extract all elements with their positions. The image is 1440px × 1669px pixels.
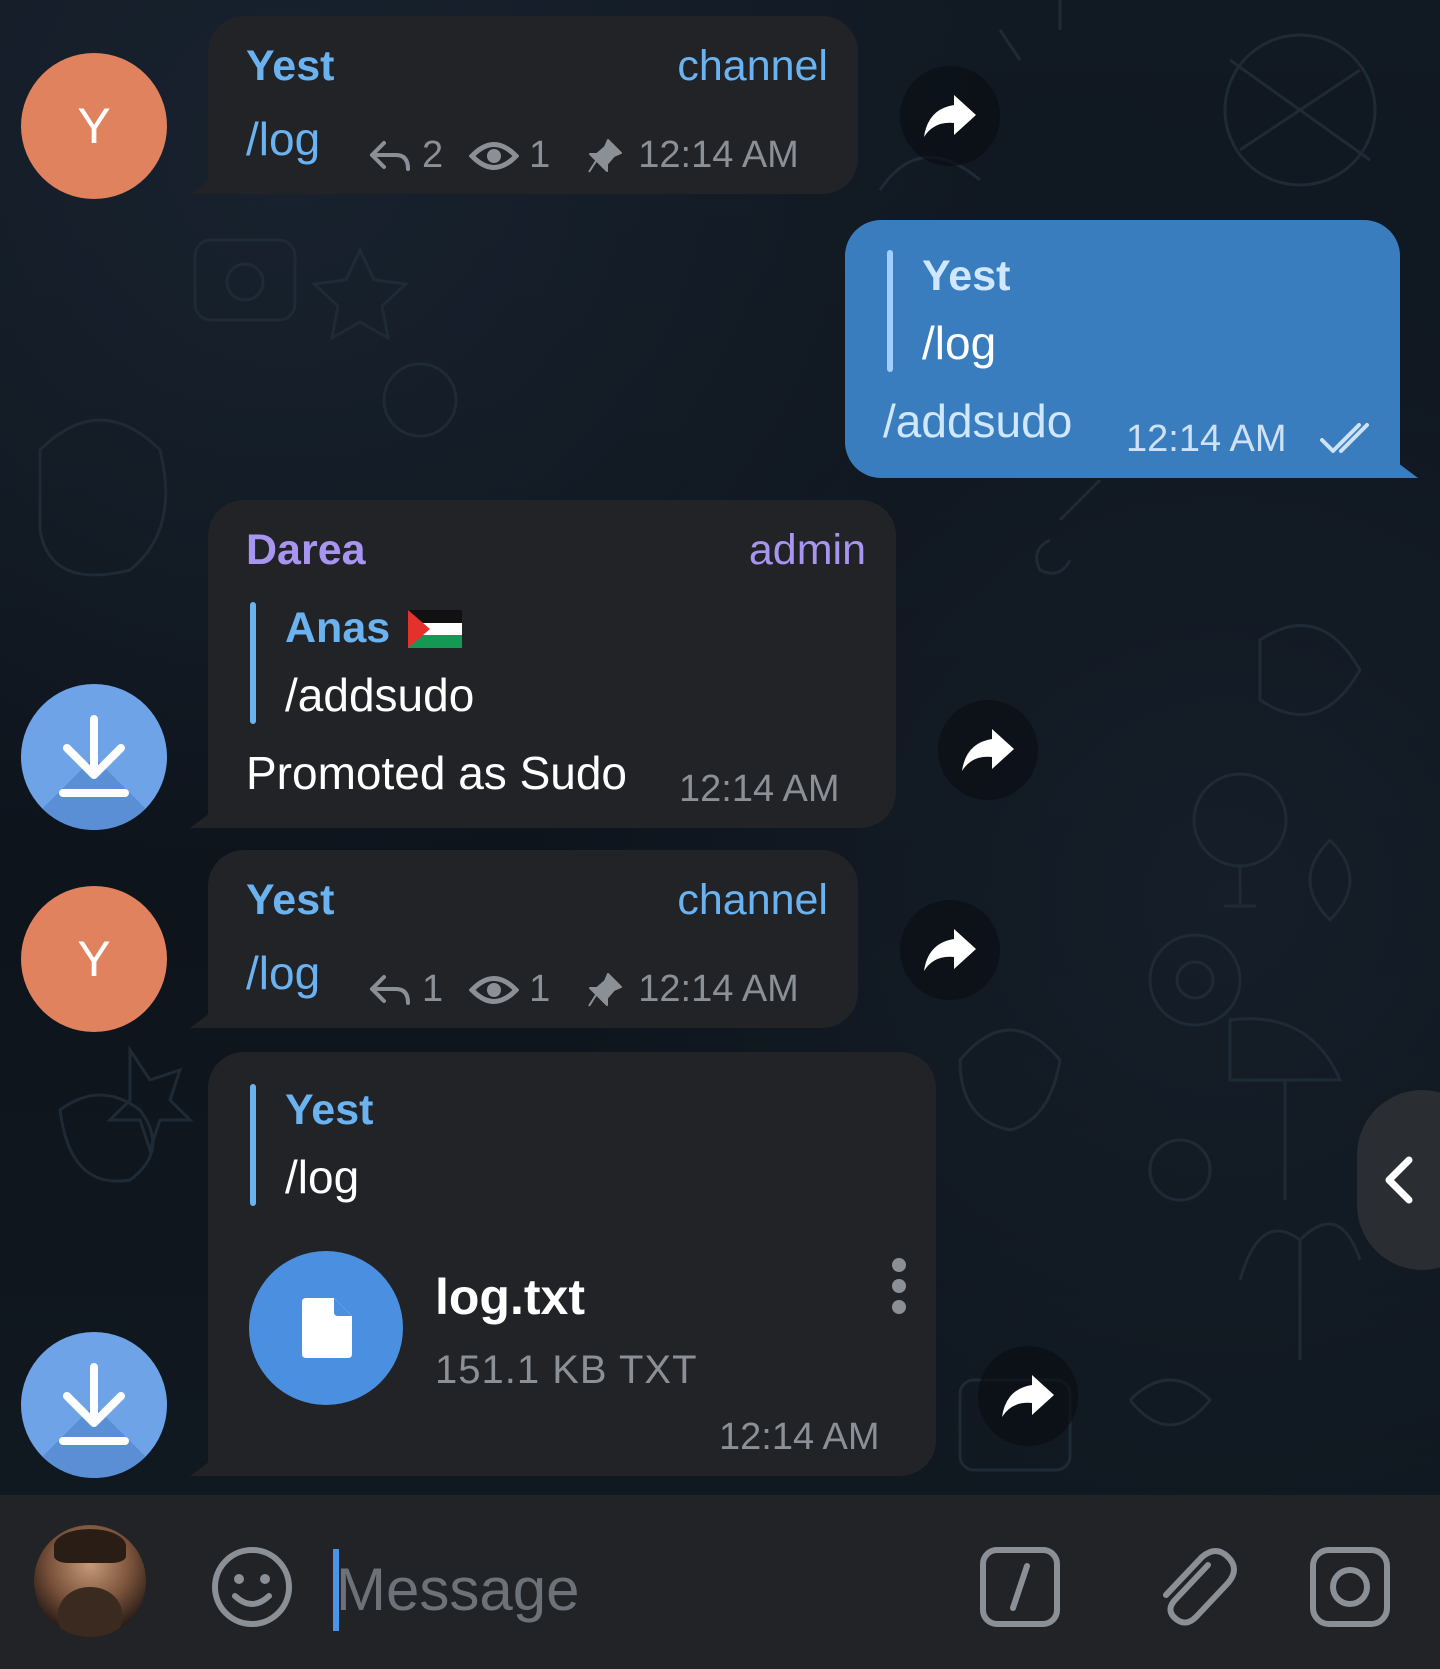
message-time: 12:14 AM — [638, 134, 799, 176]
message-text: Promoted as Sudo — [246, 747, 628, 799]
message-bubble[interactable]: Darea admin Anas /addsudo Promoted as Su… — [208, 500, 896, 828]
eye-icon — [469, 975, 520, 1004]
outgoing-message-bubble[interactable]: Yest /log /addsudo 12:14 AM — [845, 220, 1400, 478]
sender-avatar[interactable]: Y — [21, 53, 167, 199]
share-arrow-icon — [1002, 1375, 1054, 1417]
quote-bar — [887, 250, 893, 372]
file-size: 151.1 KB TXT — [435, 1348, 698, 1392]
message-time: 12:14 AM — [638, 968, 799, 1010]
avatar-hair — [54, 1529, 126, 1563]
command-link[interactable]: /addsudo — [883, 394, 1072, 448]
quote-bar — [250, 602, 256, 724]
camera-icon — [1310, 1547, 1390, 1627]
views-count: 1 — [529, 134, 551, 176]
sender-name[interactable]: Yest — [246, 42, 334, 91]
more-options-icon[interactable] — [892, 1258, 906, 1314]
file-name[interactable]: log.txt — [435, 1268, 585, 1326]
quote-text: /addsudo — [285, 669, 475, 721]
share-button[interactable] — [900, 900, 1000, 1000]
sender-avatar[interactable]: Y — [21, 886, 167, 1032]
download-avatar[interactable] — [21, 1332, 167, 1478]
document-icon — [302, 1298, 352, 1358]
chevron-left-icon — [1385, 1156, 1413, 1204]
share-button[interactable] — [978, 1346, 1078, 1446]
paperclip-icon — [1163, 1548, 1237, 1626]
share-button[interactable] — [938, 700, 1038, 800]
command-link[interactable]: /log — [246, 112, 320, 166]
message-input[interactable] — [336, 1539, 936, 1639]
reply-arrow-icon — [370, 974, 410, 1005]
download-icon — [59, 715, 129, 797]
pin-icon — [588, 972, 623, 1007]
quote-sender[interactable]: Anas — [285, 604, 390, 653]
download-icon — [59, 1363, 129, 1445]
share-arrow-icon — [924, 95, 976, 137]
message-bubble[interactable]: Yest channel /log 1 1 12:14 AM — [208, 850, 858, 1028]
share-arrow-icon — [924, 929, 976, 971]
eye-icon — [469, 141, 520, 170]
slash-command-icon — [980, 1547, 1060, 1627]
share-button[interactable] — [900, 66, 1000, 166]
command-link[interactable]: /log — [246, 946, 320, 1000]
quote-text: /log — [922, 317, 997, 369]
pin-icon — [588, 138, 623, 173]
replies-count: 2 — [422, 134, 444, 176]
sender-name[interactable]: Darea — [246, 526, 366, 575]
message-meta: 2 1 12:14 AM — [368, 134, 799, 177]
emoji-button[interactable] — [210, 1545, 294, 1629]
file-message-bubble[interactable]: Yest /log log.txt 151.1 KB TXT 12:14 AM — [208, 1052, 936, 1476]
double-check-icon — [1320, 423, 1369, 453]
side-panel-toggle[interactable] — [1357, 1090, 1440, 1270]
views-count: 1 — [529, 968, 551, 1010]
message-meta: 1 1 12:14 AM — [368, 968, 799, 1011]
sender-role: channel — [677, 42, 828, 90]
download-avatar[interactable] — [21, 684, 167, 830]
quote-bar — [250, 1084, 256, 1206]
palestine-flag-icon — [408, 610, 462, 648]
message-bubble[interactable]: Yest channel /log 2 1 12:14 AM — [208, 16, 858, 194]
emoji-icon — [212, 1547, 292, 1627]
avatar-letter: Y — [77, 98, 111, 154]
bot-commands-button[interactable] — [978, 1545, 1062, 1629]
send-as-avatar[interactable] — [34, 1525, 146, 1637]
sender-name[interactable]: Yest — [246, 876, 334, 925]
sender-role: admin — [748, 526, 866, 574]
attach-button[interactable] — [1148, 1543, 1238, 1633]
message-time: 12:14 AM — [1126, 418, 1287, 460]
message-composer — [0, 1495, 1440, 1669]
quote-text: /log — [285, 1151, 360, 1203]
file-download-button[interactable] — [249, 1251, 403, 1405]
avatar-letter: Y — [77, 931, 111, 987]
message-time: 12:14 AM — [719, 1416, 880, 1458]
reply-arrow-icon — [370, 140, 410, 171]
avatar-beard — [58, 1587, 122, 1637]
camera-button[interactable] — [1308, 1545, 1392, 1629]
replies-count: 1 — [422, 968, 444, 1010]
sender-role: channel — [677, 876, 828, 924]
share-arrow-icon — [962, 729, 1014, 771]
message-time: 12:14 AM — [679, 768, 840, 810]
quote-sender[interactable]: Yest — [922, 252, 1010, 301]
quote-sender[interactable]: Yest — [285, 1086, 373, 1135]
